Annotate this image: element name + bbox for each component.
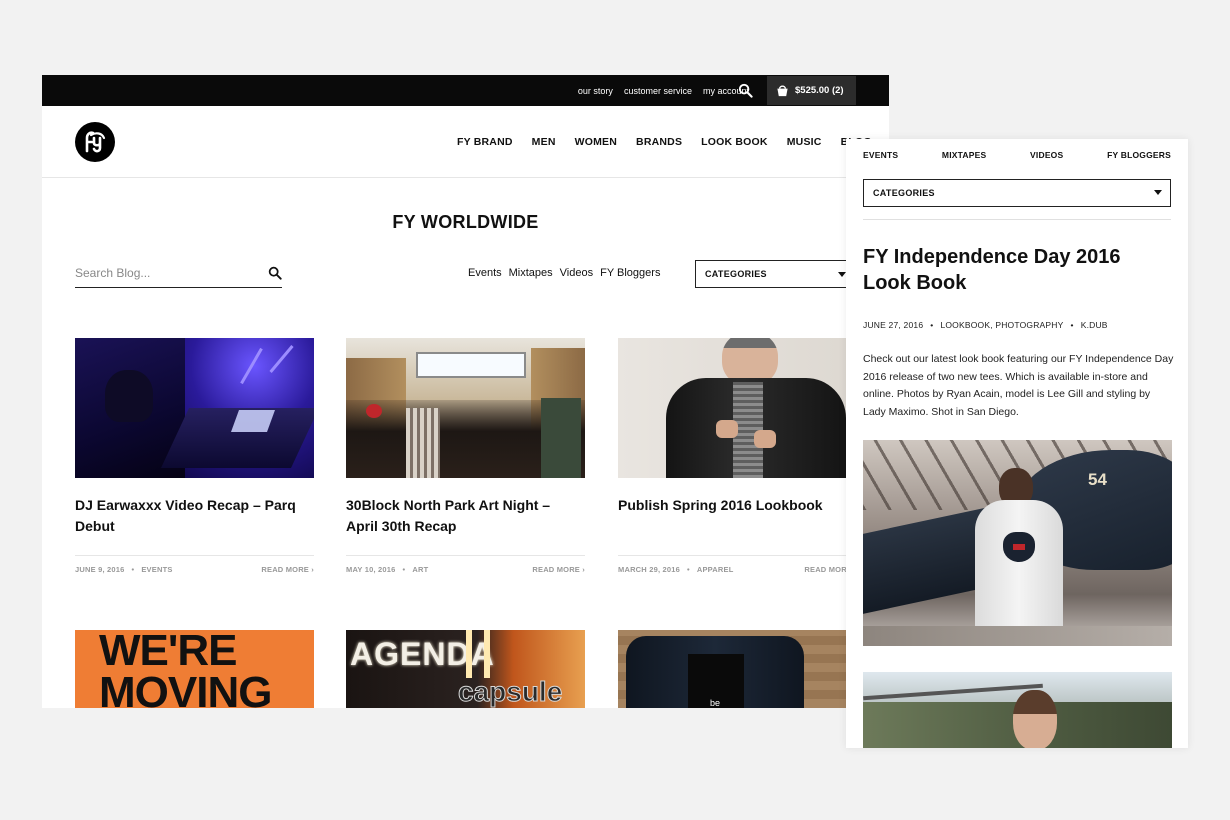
- filter-events[interactable]: Events: [468, 267, 502, 279]
- mobile-categories-dropdown[interactable]: CATEGORIES: [863, 179, 1171, 207]
- post-date: JUNE 27, 2016: [863, 320, 924, 330]
- cart-button[interactable]: $525.00 (2): [767, 76, 856, 105]
- read-more-link[interactable]: READ MORE ›: [532, 565, 585, 574]
- post-category[interactable]: EVENTS: [141, 565, 172, 574]
- mobile-post-panel: EVENTS MIXTAPES VIDEOS FY BLOGGERS CATEG…: [846, 139, 1188, 748]
- divider: [863, 219, 1171, 220]
- chevron-down-icon: [1154, 190, 1162, 195]
- post-category[interactable]: ART: [412, 565, 428, 574]
- filter-mixtapes[interactable]: Mixtapes: [509, 267, 553, 279]
- mobile-filter-nav: EVENTS MIXTAPES VIDEOS FY BLOGGERS: [863, 150, 1171, 160]
- post-card[interactable]: 30Block North Park Art Night – April 30t…: [346, 338, 585, 579]
- utility-bar: our story customer service my account $5…: [42, 75, 889, 106]
- mobile-filter-events[interactable]: EVENTS: [863, 150, 898, 160]
- search-input[interactable]: [75, 261, 255, 285]
- categories-label: CATEGORIES: [705, 269, 767, 279]
- lookbook-photo-2: [863, 672, 1172, 748]
- post-author[interactable]: K.DUB: [1081, 320, 1108, 330]
- post-title[interactable]: 30Block North Park Art Night – April 30t…: [346, 495, 585, 555]
- mobile-filter-videos[interactable]: VIDEOS: [1030, 150, 1063, 160]
- mobile-categories-label: CATEGORIES: [873, 188, 935, 198]
- nav-music[interactable]: MUSIC: [787, 136, 822, 148]
- mobile-filter-fy-bloggers[interactable]: FY BLOGGERS: [1107, 150, 1171, 160]
- search-icon[interactable]: [268, 266, 282, 280]
- post-date: MAY 10, 2016: [346, 565, 396, 574]
- plane-number: 54: [1088, 470, 1107, 489]
- post-meta: JUNE 9, 2016 • EVENTS READ MORE ›: [75, 555, 314, 579]
- were-moving-line1: WE'RE: [99, 630, 237, 675]
- blog-search: [75, 261, 282, 288]
- page-title: FY WORLDWIDE: [392, 212, 539, 232]
- post-thumbnail-publish-lookbook[interactable]: [618, 338, 857, 478]
- categories-dropdown[interactable]: CATEGORIES: [695, 260, 855, 288]
- post-meta: JUNE 27, 2016 • LOOKBOOK, PHOTOGRAPHY • K.DU…: [863, 320, 1108, 330]
- post-date: JUNE 9, 2016: [75, 565, 125, 574]
- read-more-link[interactable]: READ MORE ›: [261, 565, 314, 574]
- nav-women[interactable]: WOMEN: [575, 136, 617, 148]
- search-icon[interactable]: [738, 83, 753, 98]
- post-card[interactable]: DJ Earwaxxx Video Recap – Parq Debut JUN…: [75, 338, 314, 579]
- post-thumbnail-dj-earwaxxx[interactable]: [75, 338, 314, 478]
- post-category[interactable]: APPAREL: [697, 565, 734, 574]
- post-thumbnail-were-moving[interactable]: WE'RE MOVING: [75, 630, 314, 708]
- filter-videos[interactable]: Videos: [560, 267, 593, 279]
- desktop-site-window: our story customer service my account $5…: [42, 75, 889, 708]
- mobile-filter-mixtapes[interactable]: MIXTAPES: [942, 150, 986, 160]
- lookbook-photo-1: 54: [863, 440, 1172, 646]
- chevron-down-icon: [838, 272, 846, 277]
- post-meta: MAY 10, 2016 • ART READ MORE ›: [346, 555, 585, 579]
- main-navigation: FY BRAND MEN WOMEN BRANDS LOOK BOOK MUSI…: [457, 136, 889, 148]
- post-thumbnail-shirt[interactable]: be: [618, 630, 857, 708]
- were-moving-line2: MOVING: [99, 668, 272, 709]
- post-date: MARCH 29, 2016: [618, 565, 680, 574]
- nav-fy-brand[interactable]: FY BRAND: [457, 136, 513, 148]
- post-title[interactable]: Publish Spring 2016 Lookbook: [618, 495, 857, 555]
- blog-filter-links: Events Mixtapes Videos FY Bloggers: [468, 267, 660, 279]
- post-card[interactable]: Publish Spring 2016 Lookbook MARCH 29, 2…: [618, 338, 857, 579]
- site-header: FY BRAND MEN WOMEN BRANDS LOOK BOOK MUSI…: [42, 106, 889, 178]
- shopping-bag-icon: [777, 85, 788, 97]
- post-thumbnail-30block[interactable]: [346, 338, 585, 478]
- nav-look-book[interactable]: LOOK BOOK: [701, 136, 768, 148]
- post-title: FY Independence Day 2016 Look Book: [863, 246, 1121, 294]
- filter-fy-bloggers[interactable]: FY Bloggers: [600, 267, 660, 279]
- capsule-sign: capsule: [457, 676, 563, 708]
- agenda-sign: AGENDA: [350, 636, 495, 672]
- cart-total: $525.00 (2): [795, 85, 844, 96]
- nav-brands[interactable]: BRANDS: [636, 136, 682, 148]
- fy-logo-mark-icon: [85, 131, 106, 153]
- post-thumbnail-agenda[interactable]: AGENDA capsule: [346, 630, 585, 708]
- fy-logo[interactable]: [75, 122, 115, 162]
- post-title[interactable]: DJ Earwaxxx Video Recap – Parq Debut: [75, 495, 314, 555]
- nav-men[interactable]: MEN: [532, 136, 556, 148]
- post-meta: MARCH 29, 2016 • APPAREL READ MORE ›: [618, 555, 857, 579]
- our-story-link[interactable]: our story: [578, 86, 613, 96]
- post-body: Check out our latest look book featuring…: [863, 353, 1174, 418]
- post-tags[interactable]: LOOKBOOK, PHOTOGRAPHY: [940, 320, 1063, 330]
- customer-service-link[interactable]: customer service: [624, 86, 692, 96]
